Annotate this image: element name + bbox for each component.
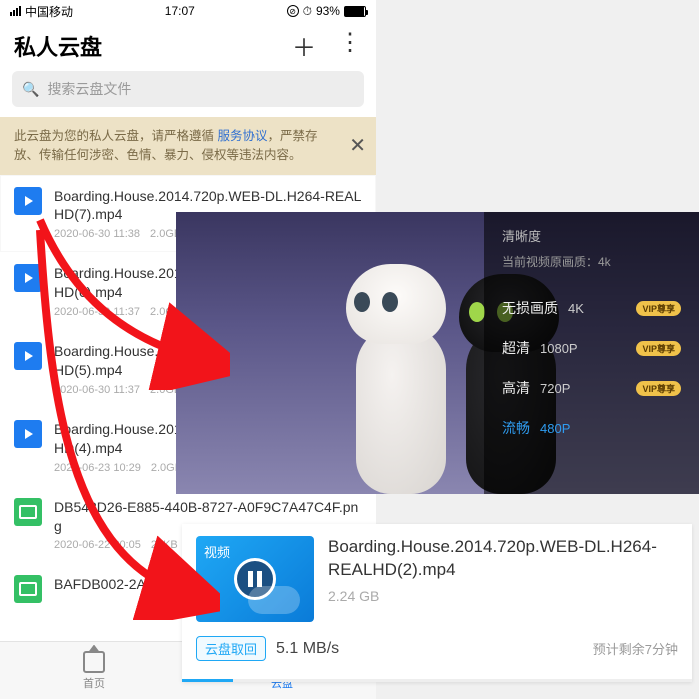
alarm-icon: ⏱	[303, 4, 312, 19]
status-bar: 中国移动 17:07 ⊘ ⏱ 93%	[0, 0, 376, 22]
carrier-label: 中国移动	[25, 3, 73, 20]
policy-link[interactable]: 服务协议	[217, 129, 267, 143]
cloud-retrieve-button[interactable]: 云盘取回	[196, 636, 266, 661]
vip-badge: VIP尊享	[636, 381, 681, 396]
battery-pct: 93%	[316, 4, 340, 18]
video-icon	[14, 187, 42, 215]
download-filesize: 2.24 GB	[328, 588, 678, 604]
add-button[interactable]: ＋	[292, 28, 316, 63]
image-icon	[14, 498, 42, 526]
dnd-icon: ⊘	[287, 5, 299, 17]
quality-option-480p[interactable]: 流畅480P	[502, 408, 681, 448]
close-icon[interactable]: ✕	[349, 131, 366, 161]
progress-bar	[182, 679, 692, 682]
quality-title: 清晰度	[502, 226, 681, 245]
search-icon: 🔍	[22, 81, 39, 98]
page-title: 私人云盘	[14, 30, 102, 62]
quality-panel: 清晰度 当前视频原画质：4k 无损画质4K VIP尊享 超清1080P VIP尊…	[484, 212, 699, 494]
download-filename: Boarding.House.2014.720p.WEB-DL.H264-REA…	[328, 536, 678, 582]
quality-option-4k[interactable]: 无损画质4K VIP尊享	[502, 288, 681, 328]
more-button[interactable]: ⋮	[338, 28, 362, 63]
page-header: 私人云盘 ＋ ⋮	[0, 22, 376, 71]
signal-icon	[10, 6, 21, 16]
home-icon	[83, 651, 105, 673]
image-icon	[14, 575, 42, 603]
clock: 17:07	[165, 4, 195, 18]
video-player-overlay: 清晰度 当前视频原画质：4k 无损画质4K VIP尊享 超清1080P VIP尊…	[176, 212, 699, 494]
download-thumbnail[interactable]: 视频	[196, 536, 314, 622]
video-icon	[14, 264, 42, 292]
video-icon	[14, 342, 42, 370]
quality-option-720p[interactable]: 高清720P VIP尊享	[502, 368, 681, 408]
original-quality-label: 当前视频原画质：4k	[502, 253, 681, 270]
cloud-shape-icon	[248, 586, 300, 614]
battery-icon	[344, 6, 366, 17]
search-placeholder: 搜索云盘文件	[47, 79, 131, 99]
vip-badge: VIP尊享	[636, 341, 681, 356]
media-type-tag: 视频	[204, 542, 230, 561]
policy-notice: 此云盘为您的私人云盘，请严格遵循 服务协议，严禁存放、传输任何涉密、色情、暴力、…	[0, 117, 376, 175]
vip-badge: VIP尊享	[636, 301, 681, 316]
download-card: 视频 Boarding.House.2014.720p.WEB-DL.H264-…	[182, 524, 692, 682]
search-input[interactable]: 🔍 搜索云盘文件	[12, 71, 364, 107]
download-eta: 预计剩余7分钟	[593, 639, 678, 658]
quality-option-1080p[interactable]: 超清1080P VIP尊享	[502, 328, 681, 368]
download-speed: 5.1 MB/s	[276, 640, 339, 658]
video-icon	[14, 420, 42, 448]
tab-home[interactable]: 首页	[0, 642, 188, 699]
